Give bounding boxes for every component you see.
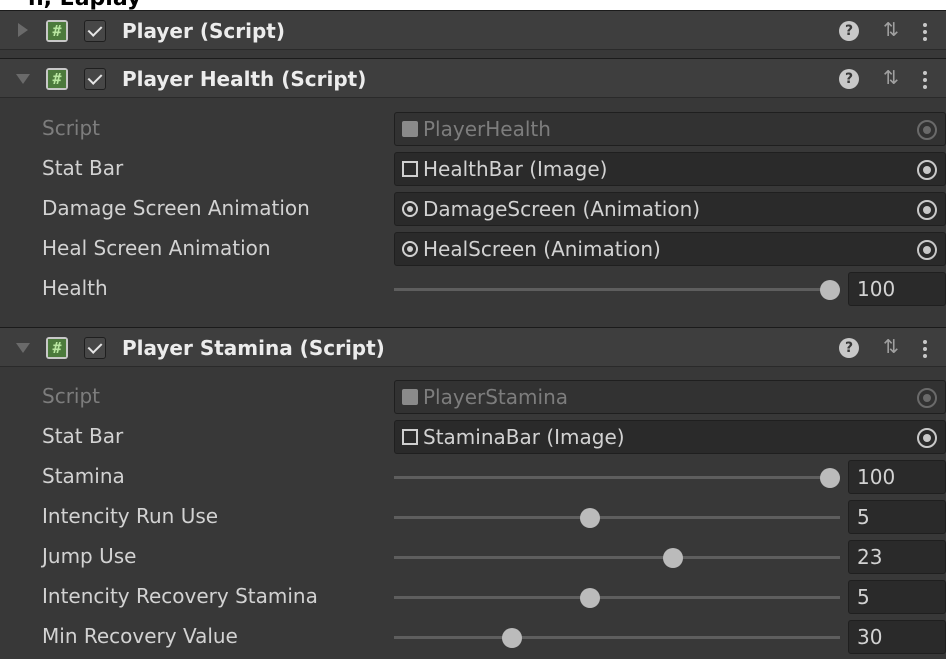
- component-title: Player Stamina (Script): [122, 336, 385, 360]
- field-value: HealthBar (Image): [423, 157, 608, 181]
- field-label: Intencity Recovery Stamina: [42, 584, 318, 608]
- image-icon: [402, 429, 418, 445]
- slider-thumb[interactable]: [820, 280, 840, 300]
- field-row-health: Health 100: [0, 269, 946, 309]
- field-label: Health: [42, 276, 108, 300]
- field-value: StaminaBar (Image): [423, 425, 625, 449]
- object-picker-icon[interactable]: [917, 428, 937, 448]
- kebab-menu-icon[interactable]: [922, 71, 928, 89]
- field-label: Script: [42, 384, 101, 408]
- heal-screen-object-field[interactable]: HealScreen (Animation): [394, 232, 946, 266]
- script-object-field: PlayerHealth: [394, 112, 946, 146]
- cut-text: h, Eaplay: [28, 0, 141, 10]
- field-label: Heal Screen Animation: [42, 236, 271, 260]
- object-picker-icon[interactable]: [917, 160, 937, 180]
- stamina-number-field[interactable]: 100: [848, 460, 946, 494]
- script-icon: #: [46, 20, 68, 42]
- field-row-stat-bar: Stat Bar StaminaBar (Image): [0, 417, 946, 457]
- foldout-expanded-icon[interactable]: [16, 343, 30, 353]
- intencity-run-use-number-field[interactable]: 5: [848, 500, 946, 534]
- field-label: Intencity Run Use: [42, 504, 219, 528]
- component-title: Player Health (Script): [122, 67, 367, 91]
- health-number-field[interactable]: 100: [848, 272, 946, 306]
- slider-thumb[interactable]: [580, 508, 601, 528]
- component-header-player[interactable]: # Player (Script) ? ⇅: [0, 10, 946, 50]
- slider-thumb[interactable]: [820, 468, 840, 488]
- script-icon: #: [46, 337, 68, 359]
- component-header-player-stamina[interactable]: # Player Stamina (Script) ? ⇅: [0, 327, 946, 367]
- script-file-icon: [402, 121, 418, 137]
- field-value: PlayerStamina: [423, 385, 568, 409]
- kebab-menu-icon[interactable]: [922, 340, 928, 358]
- field-row-heal-screen-animation: Heal Screen Animation HealScreen (Animat…: [0, 229, 946, 269]
- animation-icon: [402, 201, 418, 217]
- enable-checkbox[interactable]: [84, 337, 106, 359]
- jump-use-slider[interactable]: [394, 556, 840, 559]
- script-file-icon: [402, 389, 418, 405]
- field-row-script: Script PlayerHealth: [0, 109, 946, 149]
- slider-thumb[interactable]: [580, 588, 601, 608]
- component-header-player-health[interactable]: # Player Health (Script) ? ⇅: [0, 58, 946, 98]
- preset-icon[interactable]: ⇅: [880, 335, 902, 359]
- field-value: HealScreen (Animation): [423, 237, 661, 261]
- field-row-damage-screen-animation: Damage Screen Animation DamageScreen (An…: [0, 189, 946, 229]
- preset-icon[interactable]: ⇅: [880, 18, 902, 42]
- help-icon[interactable]: ?: [839, 338, 859, 358]
- object-picker-icon[interactable]: [917, 200, 937, 220]
- field-value: DamageScreen (Animation): [423, 197, 701, 221]
- field-row-min-recovery-value: Min Recovery Value 30: [0, 617, 946, 657]
- script-object-field: PlayerStamina: [394, 380, 946, 414]
- enable-checkbox[interactable]: [84, 68, 106, 90]
- intencity-run-use-slider[interactable]: [394, 516, 840, 519]
- animation-icon: [402, 241, 418, 257]
- help-icon[interactable]: ?: [839, 69, 859, 89]
- stat-bar-object-field[interactable]: StaminaBar (Image): [394, 420, 946, 454]
- field-label: Min Recovery Value: [42, 624, 238, 648]
- field-row-intencity-recovery-stamina: Intencity Recovery Stamina 5: [0, 577, 946, 617]
- stamina-slider[interactable]: [394, 476, 840, 479]
- kebab-menu-icon[interactable]: [922, 23, 928, 41]
- min-recovery-value-number-field[interactable]: 30: [848, 620, 946, 654]
- intencity-recovery-stamina-slider[interactable]: [394, 596, 840, 599]
- field-label: Damage Screen Animation: [42, 196, 310, 220]
- field-label: Stamina: [42, 464, 125, 488]
- field-row-intencity-run-use: Intencity Run Use 5: [0, 497, 946, 537]
- stat-bar-object-field[interactable]: HealthBar (Image): [394, 152, 946, 186]
- field-row-stat-bar: Stat Bar HealthBar (Image): [0, 149, 946, 189]
- help-icon[interactable]: ?: [839, 21, 859, 41]
- script-icon: #: [46, 68, 68, 90]
- min-recovery-value-slider[interactable]: [394, 636, 840, 639]
- field-row-script: Script PlayerStamina: [0, 377, 946, 417]
- field-label: Script: [42, 116, 101, 140]
- damage-screen-object-field[interactable]: DamageScreen (Animation): [394, 192, 946, 226]
- jump-use-number-field[interactable]: 23: [848, 540, 946, 574]
- top-cut-strip: h, Eaplay: [0, 0, 946, 10]
- field-label: Jump Use: [42, 544, 137, 568]
- health-slider[interactable]: [394, 288, 840, 291]
- field-value: PlayerHealth: [423, 117, 551, 141]
- object-picker-icon: [917, 388, 937, 408]
- intencity-recovery-stamina-number-field[interactable]: 5: [848, 580, 946, 614]
- preset-icon[interactable]: ⇅: [880, 66, 902, 90]
- field-label: Stat Bar: [42, 424, 124, 448]
- slider-thumb[interactable]: [501, 628, 522, 648]
- object-picker-icon[interactable]: [917, 240, 937, 260]
- enable-checkbox[interactable]: [84, 20, 106, 42]
- field-label: Stat Bar: [42, 156, 124, 180]
- slider-thumb[interactable]: [663, 548, 684, 568]
- object-picker-icon: [917, 120, 937, 140]
- field-row-stamina: Stamina 100: [0, 457, 946, 497]
- field-row-jump-use: Jump Use 23: [0, 537, 946, 577]
- foldout-collapsed-icon[interactable]: [18, 23, 28, 37]
- foldout-expanded-icon[interactable]: [16, 74, 30, 84]
- image-icon: [402, 161, 418, 177]
- component-title: Player (Script): [122, 19, 285, 43]
